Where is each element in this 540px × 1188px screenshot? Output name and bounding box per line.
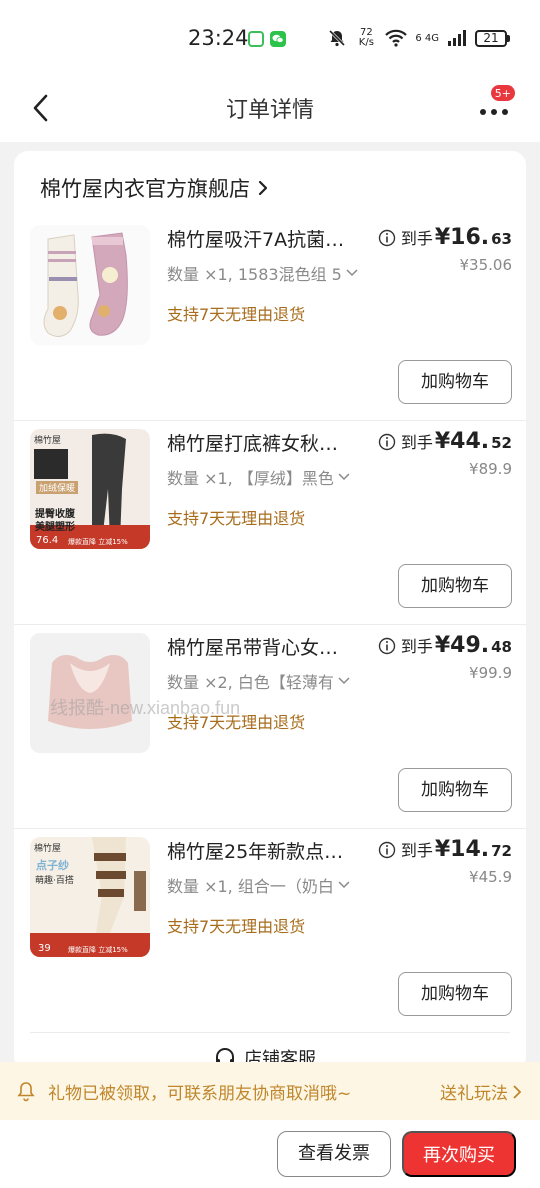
- product-image-socks[interactable]: [30, 225, 150, 345]
- store-name: 棉竹屋内衣官方旗舰店: [40, 177, 250, 201]
- original-price: ¥35.06: [459, 256, 513, 274]
- wifi-icon: [385, 29, 408, 47]
- item-spec[interactable]: 数量 ×1, 组合一（奶白: [167, 873, 359, 897]
- final-price-decimal: 72: [491, 842, 512, 860]
- original-price: ¥99.9: [469, 664, 512, 682]
- info-icon[interactable]: [378, 229, 396, 247]
- nav-bar: 订单详情: [0, 80, 540, 142]
- thumb-line1: 萌趣·百搭: [35, 876, 74, 886]
- final-price-label: 到手: [400, 637, 433, 656]
- battery-icon: 21: [475, 29, 510, 47]
- order-item[interactable]: 棉竹屋吊带背心女… 数量 ×2, 白色【轻薄有 支持7天无理由退货 到手 ¥49…: [14, 625, 526, 829]
- status-time: 23:24: [188, 26, 249, 50]
- thumb-promo-price: 76.4: [36, 535, 59, 546]
- add-to-cart-button[interactable]: 加购物车: [398, 768, 512, 812]
- message-badge: 5+: [489, 84, 516, 102]
- gift-rules-link[interactable]: 送礼玩法: [440, 1079, 522, 1104]
- chevron-down-icon: [338, 677, 350, 685]
- return-policy: 支持7天无理由退货: [167, 305, 306, 324]
- gift-rules-label: 送礼玩法: [440, 1084, 508, 1104]
- net-speed: 72 K/s: [358, 27, 374, 48]
- original-price: ¥45.9: [469, 868, 512, 886]
- final-price: ¥16.: [434, 225, 490, 250]
- thumb-promo: 爆款直降 立减15%: [68, 946, 128, 954]
- network-type: 6 4G: [415, 32, 439, 44]
- item-spec[interactable]: 数量 ×2, 白色【轻薄有: [167, 669, 359, 693]
- final-price: ¥44.: [434, 429, 490, 454]
- mute-bell-icon: [329, 29, 346, 47]
- page-title: 订单详情: [225, 98, 314, 123]
- item-title[interactable]: 棉竹屋吊带背心女…: [167, 633, 363, 660]
- thumb-brand: 棉竹屋: [34, 436, 62, 446]
- thumb-promo: 爆款直降 立减15%: [68, 538, 128, 546]
- price-block: 到手 ¥49. 48 ¥99.9: [378, 633, 512, 682]
- buy-again-button[interactable]: 再次购买: [402, 1131, 516, 1177]
- final-price: ¥49.: [434, 633, 490, 658]
- info-icon[interactable]: [378, 433, 396, 451]
- price-block: 到手 ¥14. 72 ¥45.9: [378, 837, 512, 886]
- more-dots-icon[interactable]: [478, 102, 510, 122]
- order-item[interactable]: 棉竹屋吸汗7A抗菌… 数量 ×1, 1583混色组 5 支持7天无理由退货 到手…: [14, 217, 526, 421]
- thumb-brand: 棉竹屋: [34, 844, 62, 854]
- gift-notice-bar: 礼物已被领取，可联系朋友协商取消哦~ 送礼玩法: [0, 1062, 540, 1120]
- chevron-down-icon: [338, 473, 350, 481]
- view-invoice-button[interactable]: 查看发票: [277, 1131, 391, 1177]
- battery-level: 21: [475, 29, 507, 47]
- thumb-promo-price: 39: [38, 943, 51, 954]
- thumb-tag: 加绒保暖: [36, 481, 79, 494]
- info-icon[interactable]: [378, 637, 396, 655]
- notification-app-icon: [248, 31, 264, 47]
- product-image-leggings[interactable]: 棉竹屋 加绒保暖 提臀收腹 美腿塑形 76.4 爆款直降 立减15%: [30, 429, 150, 549]
- final-price-label: 到手: [400, 229, 433, 248]
- final-price-label: 到手: [400, 841, 433, 860]
- divider: [30, 1032, 510, 1033]
- chevron-right-icon: [258, 180, 268, 196]
- status-bar: 23:24 72 K/s 6 4G 21: [0, 0, 540, 80]
- order-item[interactable]: 棉竹屋 点子纱 萌趣·百搭 39 爆款直降 立减15% 棉竹屋25年新款点… 数…: [14, 829, 526, 1033]
- watermark: 线报酷-new.xianbao.fun: [50, 698, 241, 718]
- item-spec[interactable]: 数量 ×1, 1583混色组 5: [167, 261, 359, 285]
- order-item[interactable]: 棉竹屋 加绒保暖 提臀收腹 美腿塑形 76.4 爆款直降 立减15% 棉竹屋打底…: [14, 421, 526, 625]
- store-link[interactable]: 棉竹屋内衣官方旗舰店: [40, 173, 270, 203]
- chevron-right-icon: [513, 1084, 522, 1099]
- final-price-label: 到手: [400, 433, 433, 452]
- camisole-illustration: [48, 655, 132, 729]
- final-price-decimal: 48: [491, 638, 512, 656]
- wechat-icon: [270, 31, 286, 47]
- bottom-action-bar: 查看发票 再次购买: [0, 1120, 540, 1188]
- return-policy: 支持7天无理由退货: [167, 509, 306, 528]
- product-image-camisole[interactable]: [30, 633, 150, 753]
- product-image-stockings[interactable]: 棉竹屋 点子纱 萌趣·百搭 39 爆款直降 立减15%: [30, 837, 150, 957]
- item-title[interactable]: 棉竹屋25年新款点…: [167, 837, 363, 864]
- thumb-tag: 点子纱: [36, 859, 69, 872]
- order-card: 棉竹屋内衣官方旗舰店 棉竹屋吸汗7A抗菌… 数量 ×1, 1583混色组 5 支…: [14, 151, 526, 1071]
- return-policy: 支持7天无理由退货: [167, 917, 306, 936]
- final-price: ¥14.: [434, 837, 490, 862]
- final-price-decimal: 52: [491, 434, 512, 452]
- signal-icon: [448, 30, 466, 46]
- status-indicators: 72 K/s 6 4G 21: [327, 28, 510, 48]
- item-title[interactable]: 棉竹屋吸汗7A抗菌…: [167, 225, 363, 252]
- socks-illustration: [43, 232, 128, 337]
- item-title[interactable]: 棉竹屋打底裤女秋…: [167, 429, 363, 456]
- item-spec[interactable]: 数量 ×1, 【厚绒】黑色: [167, 465, 359, 489]
- add-to-cart-button[interactable]: 加购物车: [398, 972, 512, 1016]
- add-to-cart-button[interactable]: 加购物车: [398, 360, 512, 404]
- thumb-line2: 美腿塑形: [35, 522, 75, 533]
- gift-notice-text: 礼物已被领取，可联系朋友协商取消哦~: [48, 1084, 352, 1104]
- price-block: 到手 ¥44. 52 ¥89.9: [378, 429, 512, 478]
- chevron-down-icon: [346, 269, 358, 277]
- bell-icon: [17, 1082, 35, 1102]
- add-to-cart-button[interactable]: 加购物车: [398, 564, 512, 608]
- original-price: ¥89.9: [469, 460, 512, 478]
- chevron-down-icon: [338, 881, 350, 889]
- info-icon[interactable]: [378, 841, 396, 859]
- stockings-illustration: [30, 837, 150, 957]
- price-block: 到手 ¥16. 63 ¥35.06: [378, 225, 512, 274]
- final-price-decimal: 63: [491, 230, 512, 248]
